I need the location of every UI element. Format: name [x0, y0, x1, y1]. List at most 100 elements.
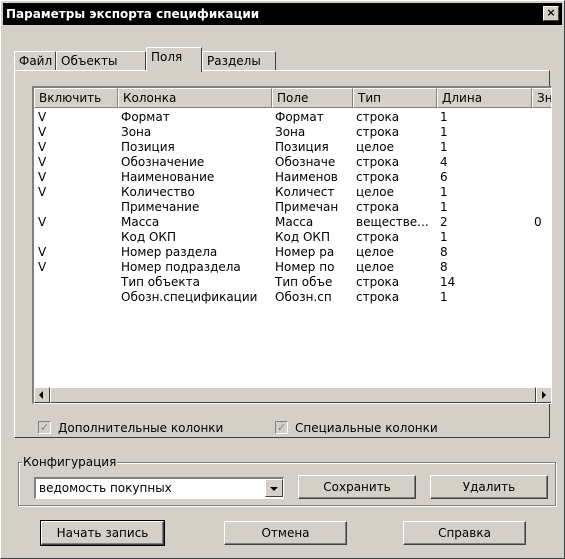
scroll-left-button[interactable] [34, 387, 50, 403]
cell-field: Формат [275, 110, 324, 124]
cell-column: Номер раздела [121, 245, 218, 259]
table-row[interactable]: V Наименование Наименов строка 6 [34, 170, 551, 185]
scroll-right-button[interactable] [536, 387, 551, 403]
dialog-titlebar: Параметры экспорта спецификации × [3, 3, 562, 25]
dropdown-button[interactable] [265, 479, 283, 497]
column-header-value[interactable]: Зн [532, 88, 551, 108]
table-row[interactable]: V Зона Зона строка 1 [34, 125, 551, 140]
cell-type: строка [356, 230, 400, 244]
tab-fields-label: Поля [151, 50, 183, 64]
cell-type: строка [356, 290, 400, 304]
tab-objects-label: Объекты [61, 54, 118, 68]
cell-value [534, 155, 551, 170]
table-row[interactable]: Обозн.спецификации Обозн.сп строка 1 [34, 290, 551, 305]
cell-field: Зона [275, 125, 306, 139]
cell-enable: V [38, 245, 47, 259]
cell-type: строка [356, 110, 400, 124]
checkmark-icon: ✓ [38, 421, 51, 434]
table-row[interactable]: V Номер подраздела Номер по целое 8 [34, 260, 551, 275]
cell-enable: V [38, 260, 47, 274]
cell-value [534, 185, 551, 200]
cell-column: Формат [121, 110, 170, 124]
table-row[interactable]: V Масса Масса веществе... 2 0 [34, 215, 551, 230]
cell-enable: V [38, 170, 47, 184]
cell-enable [38, 290, 118, 305]
cell-length: 1 [440, 185, 448, 199]
cell-type: целое [356, 245, 394, 259]
cell-column: Масса [121, 215, 160, 229]
cell-value [534, 200, 551, 215]
cell-column: Обозн.спецификации [121, 290, 258, 304]
delete-button[interactable]: Удалить [430, 475, 548, 499]
start-recording-button[interactable]: Начать запись [40, 520, 165, 546]
cell-field: Позиция [275, 140, 329, 154]
cell-value [534, 110, 551, 125]
cell-length: 6 [440, 170, 448, 184]
cell-column: Примечание [121, 200, 200, 214]
tab-file[interactable]: Файл [14, 51, 56, 71]
cell-enable: V [38, 185, 47, 199]
horizontal-scrollbar[interactable] [34, 387, 551, 403]
table-row[interactable]: Примечание Примечан строка 1 [34, 200, 551, 215]
cell-type: целое [356, 185, 394, 199]
cell-field: Номер по [275, 260, 335, 274]
table-row[interactable]: Тип объекта Тип объе строка 14 [34, 275, 551, 290]
cell-column: Тип объекта [121, 275, 200, 289]
cell-column: Количество [121, 185, 195, 199]
cell-value [534, 140, 551, 155]
cell-length: 4 [440, 155, 448, 169]
close-icon: × [546, 6, 556, 19]
close-button[interactable]: × [543, 6, 559, 21]
cell-enable [38, 275, 118, 290]
cell-type: строка [356, 200, 400, 214]
configuration-group-label: Конфигурация [22, 454, 118, 470]
cell-field: Номер ра [275, 245, 335, 259]
cell-value [534, 230, 551, 245]
column-header-field[interactable]: Поле [272, 88, 353, 108]
cell-column: Код ОКП [121, 230, 176, 244]
configuration-select[interactable]: ведомость покупных [34, 477, 284, 499]
cell-field: Количест [275, 185, 335, 199]
column-header-length[interactable]: Длина [437, 88, 532, 108]
cell-length: 1 [440, 125, 448, 139]
extra-columns-label: Дополнительные колонки [58, 421, 224, 435]
tab-file-label: Файл [19, 54, 53, 68]
chevron-down-icon [270, 487, 278, 491]
cell-column: Позиция [121, 140, 175, 154]
table-row[interactable]: V Позиция Позиция целое 1 [34, 140, 551, 155]
table-row[interactable]: V Обозначение Обозначе строка 4 [34, 155, 551, 170]
cell-value [534, 245, 551, 260]
save-button[interactable]: Сохранить [298, 475, 416, 499]
table-row[interactable]: V Номер раздела Номер ра целое 8 [34, 245, 551, 260]
fields-listview[interactable]: Включить Колонка Поле Тип Длина Зн V Форм… [32, 86, 552, 404]
cell-type: строка [356, 275, 400, 289]
arrow-left-icon [39, 391, 43, 399]
cell-enable: V [38, 140, 47, 154]
cell-type: строка [356, 170, 400, 184]
tab-fields[interactable]: Поля [146, 47, 202, 72]
scroll-thumb[interactable] [50, 387, 536, 403]
table-row[interactable]: V Количество Количест целое 1 [34, 185, 551, 200]
cell-column: Зона [121, 125, 152, 139]
column-header-column[interactable]: Колонка [118, 88, 272, 108]
cell-type: веществе... [356, 215, 429, 229]
column-header-enable[interactable]: Включить [34, 88, 118, 108]
cell-column: Наименование [121, 170, 215, 184]
tab-sections[interactable]: Разделы [202, 51, 276, 71]
cell-enable: V [38, 125, 47, 139]
table-row[interactable]: Код ОКП Код ОКП строка 1 [34, 230, 551, 245]
cell-type: строка [356, 125, 400, 139]
cell-value: 0 [534, 215, 542, 229]
cell-length: 1 [440, 290, 448, 304]
cell-length: 2 [440, 215, 448, 229]
cell-field: Наименов [275, 170, 338, 184]
cell-length: 8 [440, 245, 448, 259]
cancel-button[interactable]: Отмена [224, 521, 347, 545]
column-header-type[interactable]: Тип [353, 88, 437, 108]
table-row[interactable]: V Формат Формат строка 1 [34, 110, 551, 125]
help-button[interactable]: Справка [403, 521, 526, 545]
cell-field: Обозначе [275, 155, 336, 169]
cell-length: 1 [440, 140, 448, 154]
checkmark-icon: ✓ [275, 421, 288, 434]
tab-objects[interactable]: Объекты [56, 51, 146, 71]
